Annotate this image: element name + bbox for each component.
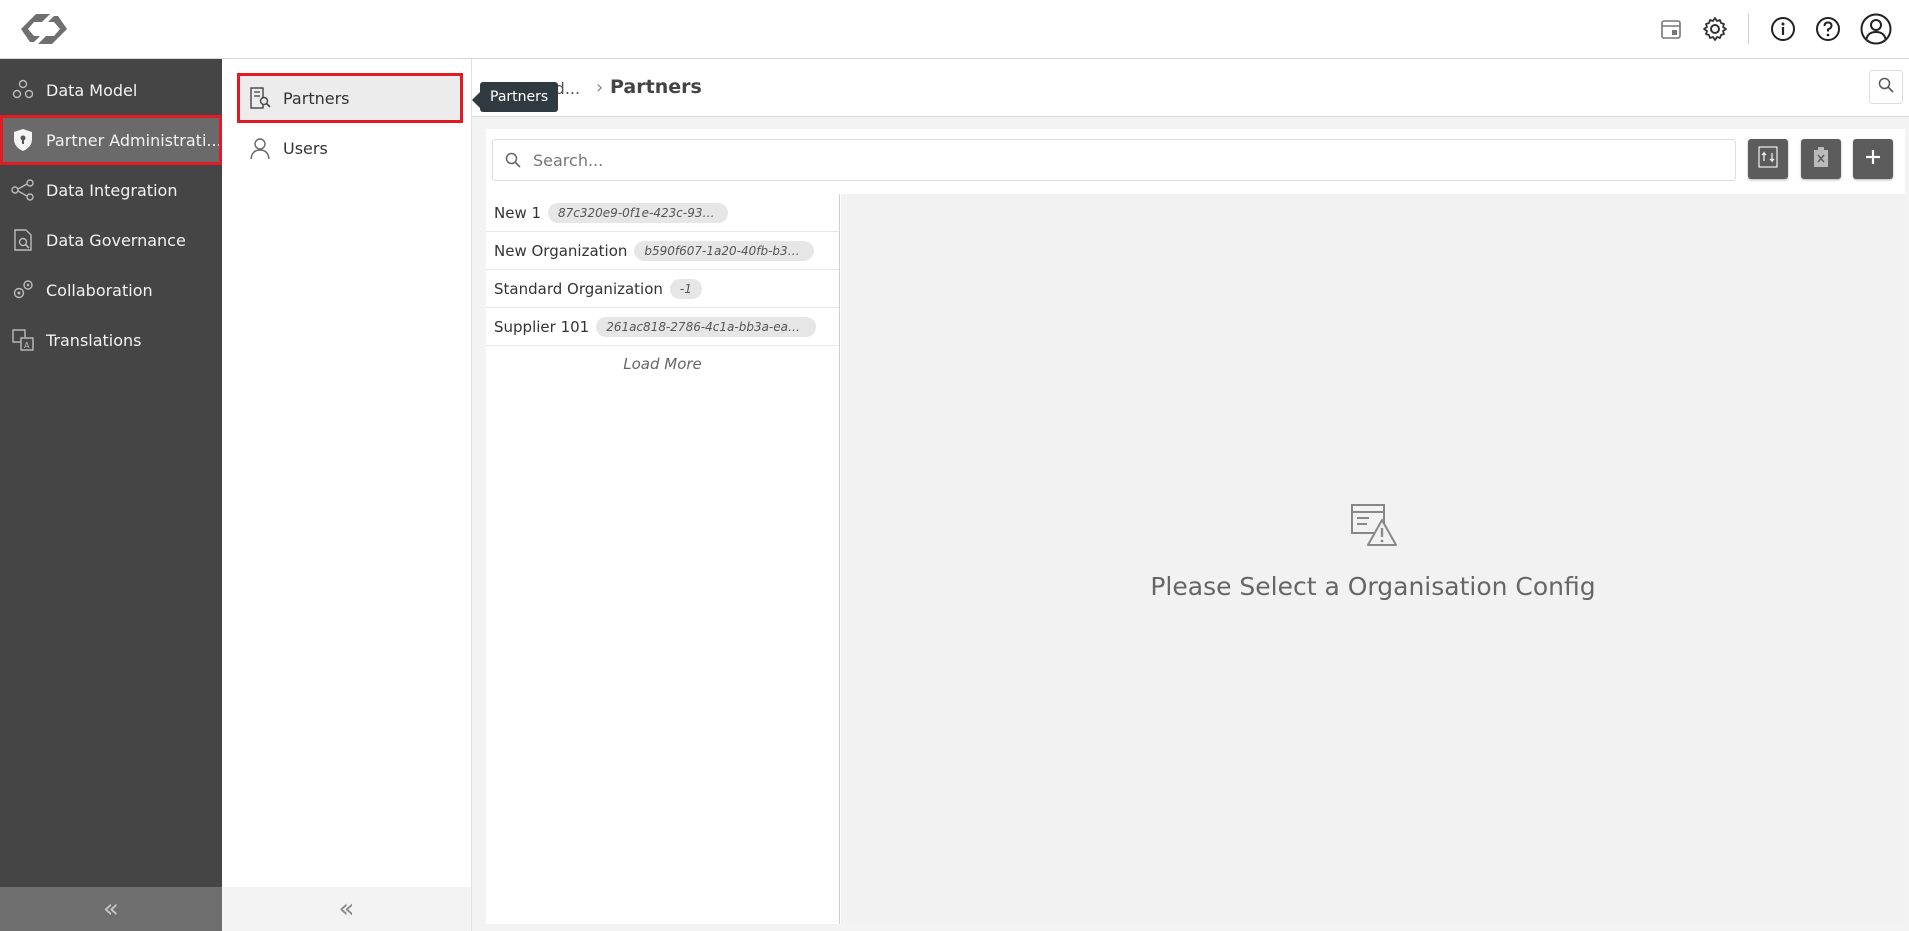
config-warning-icon	[1349, 502, 1399, 548]
data-model-icon	[0, 79, 46, 101]
sidebar-item-data-governance[interactable]: Data Governance	[0, 215, 222, 265]
sidebar-item-label: Partner Administrati...	[46, 130, 222, 150]
sidebar-item-data-model[interactable]: Data Model	[0, 65, 222, 115]
sidebar-item-collaboration[interactable]: Collaboration	[0, 265, 222, 315]
governance-icon	[0, 228, 46, 252]
global-search-button[interactable]	[1869, 70, 1903, 104]
partners-tooltip: Partners	[471, 82, 559, 112]
plus-icon	[1864, 148, 1882, 170]
sidebar-item-label: Data Model	[46, 80, 138, 100]
organization-id-badge: 261ac818-2786-4c1a-bb3a-ea9763...	[596, 316, 817, 337]
translate-icon: A	[0, 328, 46, 352]
subnav-item-label: Partners	[283, 88, 350, 108]
organization-name: Standard Organization	[494, 279, 663, 298]
breadcrumb-separator: ›	[596, 77, 604, 98]
search-input[interactable]	[533, 150, 1723, 170]
search-field[interactable]	[492, 139, 1736, 181]
sidebar-item-partner-administration[interactable]: Partner Administrati...	[0, 115, 222, 165]
subnav-item-label: Users	[283, 138, 328, 158]
delete-button[interactable]	[1801, 139, 1841, 179]
sidebar-item-label: Data Integration	[46, 180, 178, 200]
load-more-button[interactable]: Load More	[486, 346, 839, 382]
organization-name: New 1	[494, 203, 542, 222]
organization-name: New Organization	[494, 241, 628, 260]
partners-icon	[237, 86, 283, 110]
sidebar-item-label: Collaboration	[46, 280, 153, 300]
list-item[interactable]: New Organization b590f607-1a20-40fb-b315…	[486, 232, 839, 270]
collaboration-icon	[0, 278, 46, 302]
main-sidebar: Data Model Partner Administrati... Data …	[0, 59, 222, 931]
main-content: Ad... › Partners Search... New 1 87c320e…	[472, 59, 1909, 931]
add-organization-button[interactable]	[1853, 139, 1893, 179]
app-logo-icon[interactable]	[20, 10, 68, 48]
delete-icon	[1812, 146, 1830, 172]
shield-icon	[0, 128, 46, 152]
subnav-item-partners[interactable]: Partners	[237, 73, 463, 123]
breadcrumb: Ad... › Partners	[472, 59, 1909, 117]
organization-id-badge: b590f607-1a20-40fb-b315-7...	[634, 240, 815, 261]
detail-panel: Please Select a Organisation Config	[841, 194, 1905, 924]
list-item[interactable]: Supplier 101 261ac818-2786-4c1a-bb3a-ea9…	[486, 308, 839, 346]
breadcrumb-current: Partners	[610, 76, 702, 98]
list-item[interactable]: New 1 87c320e9-0f1e-423c-93b3-3fb61a14a4…	[486, 194, 839, 232]
sidebar-item-translations[interactable]: A Translations	[0, 315, 222, 365]
sub-navigation: Partners Users «	[222, 59, 472, 931]
organization-id-badge: -1	[669, 278, 702, 299]
organization-id-badge: 87c320e9-0f1e-423c-93b3-3fb61a14a45f	[548, 202, 729, 223]
sidebar-item-data-integration[interactable]: Data Integration	[0, 165, 222, 215]
search-icon	[493, 152, 533, 168]
integration-icon	[0, 179, 46, 201]
refresh-icon	[1758, 146, 1778, 172]
organizations-panel: New 1 87c320e9-0f1e-423c-93b3-3fb61a14a4…	[486, 129, 1905, 924]
calendar-icon[interactable]	[1654, 12, 1688, 46]
list-item[interactable]: Standard Organization -1	[486, 270, 839, 308]
svg-text:A: A	[24, 341, 30, 350]
user-icon	[237, 136, 283, 160]
empty-state-message: Please Select a Organisation Config	[1150, 572, 1596, 601]
info-icon[interactable]	[1766, 12, 1800, 46]
sidebar-collapse-button[interactable]: «	[0, 887, 222, 931]
sidebar-item-label: Data Governance	[46, 230, 186, 250]
top-divider	[1748, 14, 1749, 44]
organization-list: New 1 87c320e9-0f1e-423c-93b3-3fb61a14a4…	[486, 194, 840, 924]
top-bar	[0, 0, 1909, 59]
search-icon	[1878, 77, 1894, 97]
sidebar-item-label: Translations	[46, 330, 142, 350]
refresh-button[interactable]	[1748, 139, 1788, 179]
subnav-collapse-button[interactable]: «	[222, 887, 471, 931]
organization-name: Supplier 101	[494, 317, 590, 336]
subnav-item-users[interactable]: Users	[237, 123, 463, 173]
gear-icon[interactable]	[1698, 12, 1732, 46]
help-icon[interactable]	[1811, 12, 1845, 46]
user-avatar-icon[interactable]	[1858, 11, 1894, 47]
